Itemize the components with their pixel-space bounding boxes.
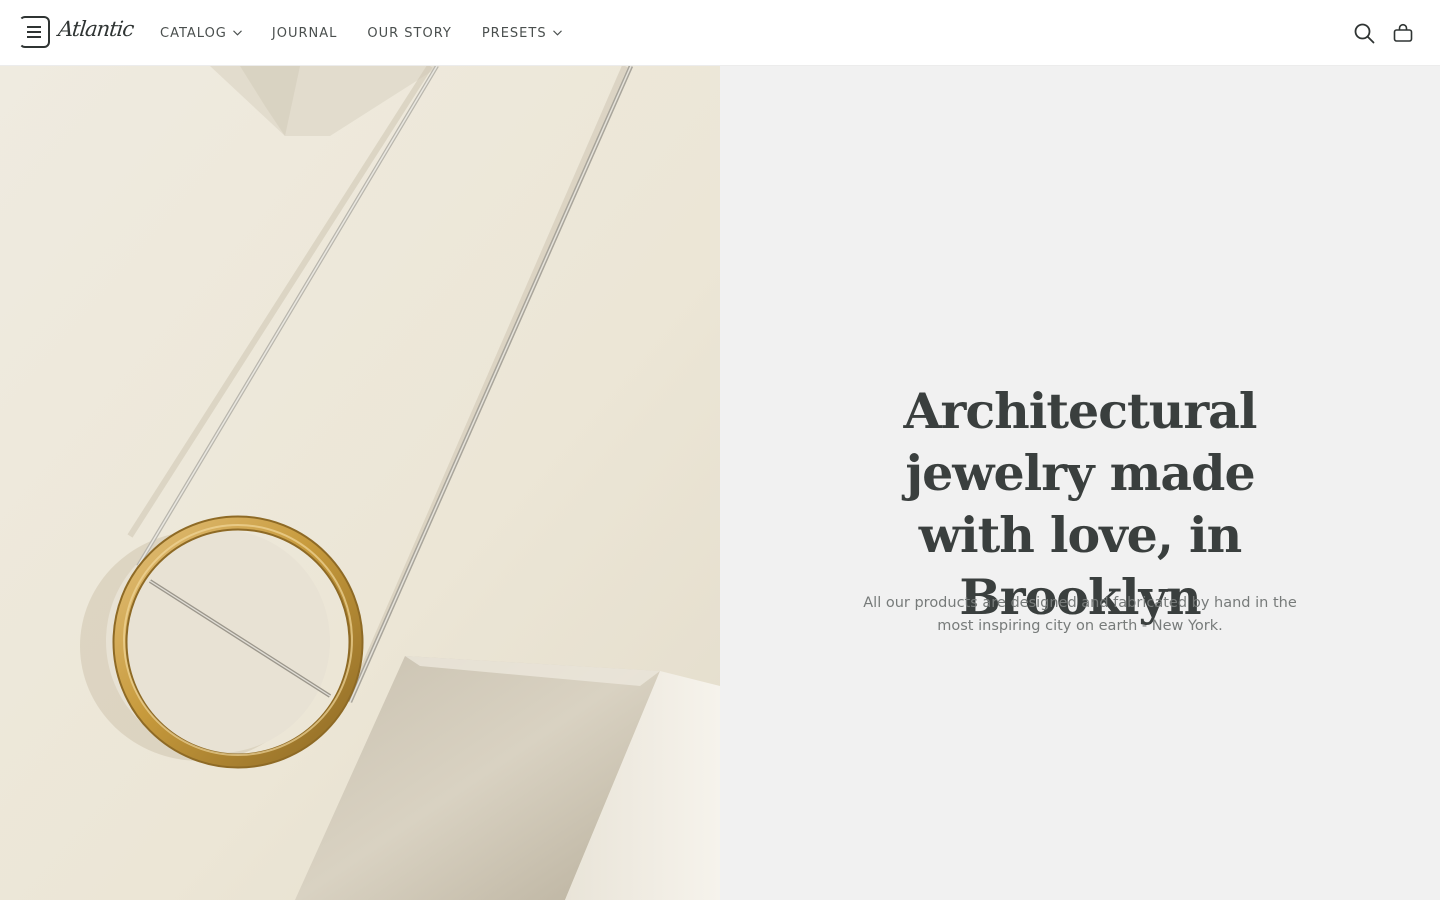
hero-text-panel: Architectural jewelry made with love, in… [720,66,1440,900]
shopping-bag-icon [1393,23,1413,42]
header-actions [1337,21,1415,45]
site-header: Atlantic CATALOG JOURNAL OUR STORY PRESE… [0,0,1440,66]
nav-catalog[interactable]: CATALOG [160,0,242,66]
hero-headline: Architectural jewelry made with love, in… [903,382,1258,626]
nav-catalog-label: CATALOG [160,25,227,41]
nav-presets-label: PRESETS [481,25,547,41]
nav-presets[interactable]: PRESETS [482,0,562,66]
hero-image [0,66,720,900]
logo[interactable]: Atlantic [56,17,134,47]
nav-journal[interactable]: JOURNAL [272,0,337,66]
search-button[interactable] [1352,21,1376,45]
search-icon [1354,23,1374,43]
cart-button[interactable] [1391,21,1415,45]
nav-our-story[interactable]: OUR STORY [367,0,451,66]
nav-our-story-label: OUR STORY [367,25,452,41]
menu-button[interactable] [19,16,50,48]
main-nav: CATALOG JOURNAL OUR STORY PRESETS [160,0,592,66]
nav-journal-label: JOURNAL [271,25,338,41]
jewelry-photo [0,66,720,900]
hero-subtext: All our products are designed and fabric… [863,595,1297,634]
chevron-down-icon [552,30,562,36]
chevron-down-icon [232,30,242,36]
menu-icon [27,26,41,38]
